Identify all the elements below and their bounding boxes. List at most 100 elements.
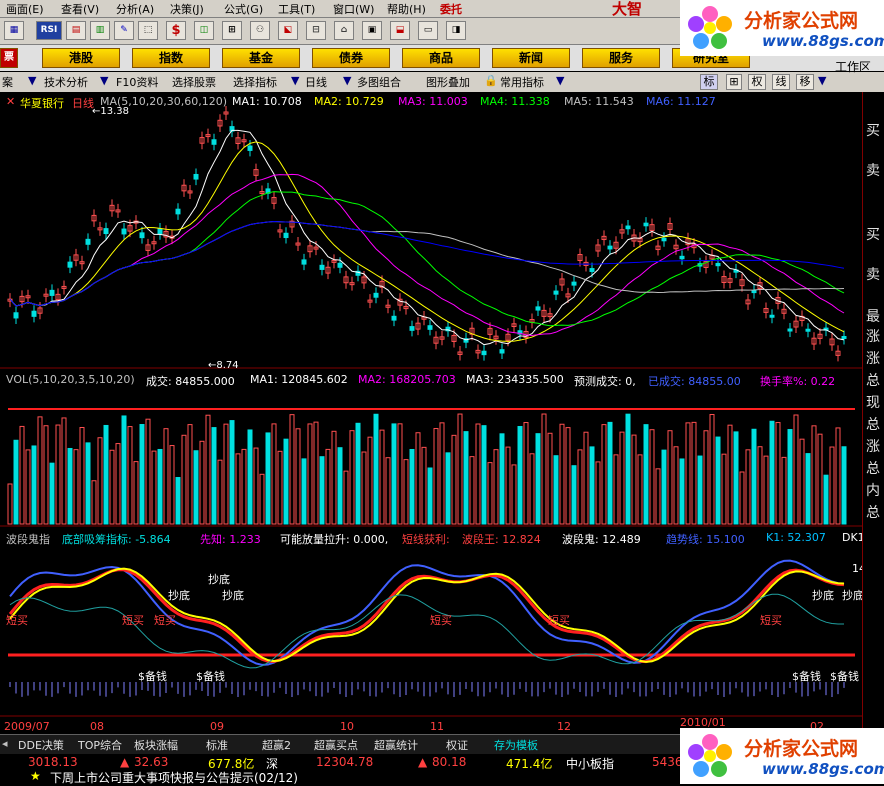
nav-commodity[interactable]: 商品 bbox=[402, 48, 480, 68]
tab-sector-gain[interactable]: 板块涨幅 bbox=[134, 737, 178, 753]
subbar-mark[interactable]: 标 bbox=[700, 74, 718, 90]
candle-body bbox=[481, 350, 487, 356]
subbar-line[interactable]: 线 bbox=[772, 74, 790, 90]
subbar-f10[interactable]: F10资料 bbox=[116, 74, 158, 90]
volume-bar bbox=[823, 474, 829, 525]
tab-standard[interactable]: 标准 bbox=[206, 737, 228, 753]
toolbar-button[interactable]: ▤ bbox=[66, 21, 86, 40]
toolbar-button[interactable]: ⬚ bbox=[138, 21, 158, 40]
menu-trade[interactable]: 委托 bbox=[440, 1, 462, 17]
xaxis-label: 12 bbox=[557, 720, 571, 733]
toolbar-button[interactable]: ▭ bbox=[418, 21, 438, 40]
dropdown-arrow-icon[interactable]: ▼ bbox=[291, 74, 299, 87]
menu-view[interactable]: 查看(V) bbox=[61, 1, 99, 17]
subbar-daily[interactable]: 日线 bbox=[305, 74, 327, 90]
menu-analysis[interactable]: 分析(A) bbox=[116, 1, 154, 17]
volume-bar bbox=[367, 436, 373, 525]
ind-prophet: 先知: 1.233 bbox=[200, 533, 261, 546]
menu-formula[interactable]: 公式(G) bbox=[224, 1, 263, 17]
toolbar-button[interactable]: ▣ bbox=[362, 21, 382, 40]
up-arrow-icon: ▲ bbox=[120, 755, 130, 769]
volume-bar bbox=[727, 424, 733, 525]
sub-toolbar: 案 ▼ 技术分析 ▼ F10资料 选择股票 选择指标 ▼ 日线 ▼ 多图组合 图… bbox=[0, 60, 884, 93]
chart-canvas[interactable] bbox=[0, 92, 862, 733]
lock-icon[interactable]: 🔒 bbox=[484, 74, 498, 87]
toolbar-button[interactable]: ⬕ bbox=[278, 21, 298, 40]
volume-bar bbox=[343, 470, 349, 525]
dropdown-arrow-icon[interactable]: ▼ bbox=[28, 74, 36, 87]
toolbar-button[interactable]: ⌂ bbox=[334, 21, 354, 40]
subbar-cut[interactable]: 案 bbox=[2, 74, 13, 90]
tab-top[interactable]: TOP综合 bbox=[78, 737, 122, 753]
volume-bar bbox=[655, 468, 661, 525]
subbar-grid-icon[interactable]: ⊞ bbox=[726, 74, 742, 90]
nav-news[interactable]: 新闻 bbox=[492, 48, 570, 68]
workspace-label[interactable]: 工作区 bbox=[835, 58, 871, 75]
tab-chaoying-buy[interactable]: 超赢买点 bbox=[314, 737, 358, 753]
menu-screen[interactable]: 画面(E) bbox=[6, 1, 44, 17]
candle-body bbox=[13, 312, 19, 319]
tab-chaoying-stat[interactable]: 超赢统计 bbox=[374, 737, 418, 753]
nav-index[interactable]: 指数 bbox=[132, 48, 210, 68]
volume-bar bbox=[139, 424, 145, 525]
subbar-multi-chart[interactable]: 多图组合 bbox=[357, 74, 401, 90]
volume-bar bbox=[79, 427, 85, 525]
toolbar-button[interactable]: ⊟ bbox=[306, 21, 326, 40]
toolbar-button[interactable]: ⊞ bbox=[222, 21, 242, 40]
tab-save-template[interactable]: 存为模板 bbox=[494, 737, 538, 753]
volume-bar bbox=[661, 449, 667, 525]
volume-bar bbox=[187, 424, 193, 525]
dollar-icon[interactable]: $ bbox=[166, 21, 186, 40]
volume-bar bbox=[331, 430, 337, 525]
subbar-overlay[interactable]: 图形叠加 bbox=[426, 74, 470, 90]
tab-dde[interactable]: DDE决策 bbox=[18, 737, 64, 753]
volume-bar bbox=[613, 454, 619, 525]
toolbar-button[interactable]: ▦ bbox=[4, 21, 24, 40]
menu-decision[interactable]: 决策(J) bbox=[170, 1, 204, 17]
nav-service[interactable]: 服务 bbox=[582, 48, 660, 68]
rsi-button[interactable]: RSI bbox=[36, 21, 62, 40]
menu-help[interactable]: 帮助(H) bbox=[387, 1, 426, 17]
subbar-select-indicator[interactable]: 选择指标 bbox=[233, 74, 277, 90]
subbar-common-indicator[interactable]: 常用指标 bbox=[500, 74, 544, 90]
candle-body bbox=[283, 232, 289, 239]
sme-index-name: 中小板指 bbox=[566, 757, 615, 771]
volume-bar bbox=[475, 423, 481, 525]
menu-tools[interactable]: 工具(T) bbox=[278, 1, 315, 17]
volume-bar bbox=[223, 423, 229, 525]
menu-window[interactable]: 窗口(W) bbox=[333, 1, 374, 17]
volume-bar bbox=[811, 425, 817, 525]
subbar-select-stock[interactable]: 选择股票 bbox=[172, 74, 216, 90]
tab-arrow-icon[interactable]: ◂ bbox=[2, 737, 8, 750]
toolbar-button[interactable]: ◨ bbox=[446, 21, 466, 40]
nav-bond[interactable]: 债券 bbox=[312, 48, 390, 68]
tab-warrant[interactable]: 权证 bbox=[446, 737, 468, 753]
volume-bar bbox=[373, 413, 379, 525]
toolbar-button[interactable]: ✎ bbox=[114, 21, 134, 40]
stock-name[interactable]: 华夏银行 bbox=[20, 95, 64, 111]
subbar-tech-analysis[interactable]: 技术分析 bbox=[44, 74, 88, 90]
binoculars-icon[interactable]: ⚇ bbox=[250, 21, 270, 40]
dropdown-arrow-icon[interactable]: ▼ bbox=[100, 74, 108, 87]
nav-fund[interactable]: 基金 bbox=[222, 48, 300, 68]
toolbar-button[interactable]: ▥ bbox=[90, 21, 110, 40]
tab-chaoying2[interactable]: 超赢2 bbox=[262, 737, 291, 753]
dropdown-arrow-icon[interactable]: ▼ bbox=[343, 74, 351, 87]
toolbar-button[interactable]: ◫ bbox=[194, 21, 214, 40]
dropdown-arrow-icon[interactable]: ▼ bbox=[818, 74, 826, 87]
volume-bar bbox=[487, 462, 493, 525]
chart-area[interactable]: ✕ 华夏银行 日线 MA(5,10,20,30,60,120) MA1: 10.… bbox=[0, 92, 866, 733]
news-headline[interactable]: 下周上市公司重大事项快报与公告提示(02/12) bbox=[50, 769, 298, 786]
candle-body bbox=[589, 268, 595, 272]
nav-cut-button[interactable]: 票 bbox=[0, 48, 18, 68]
volume-bar bbox=[43, 425, 49, 525]
toolbar-button[interactable]: ⬓ bbox=[390, 21, 410, 40]
subbar-move[interactable]: 移 bbox=[796, 74, 814, 90]
subbar-rights[interactable]: 权 bbox=[748, 74, 766, 90]
candle-body bbox=[49, 289, 55, 296]
volume-bar bbox=[67, 447, 73, 525]
volume-bar bbox=[565, 427, 571, 525]
dropdown-arrow-icon[interactable]: ▼ bbox=[556, 74, 564, 87]
period-label[interactable]: 日线 bbox=[72, 95, 94, 111]
nav-hk-stocks[interactable]: 港股 bbox=[42, 48, 120, 68]
